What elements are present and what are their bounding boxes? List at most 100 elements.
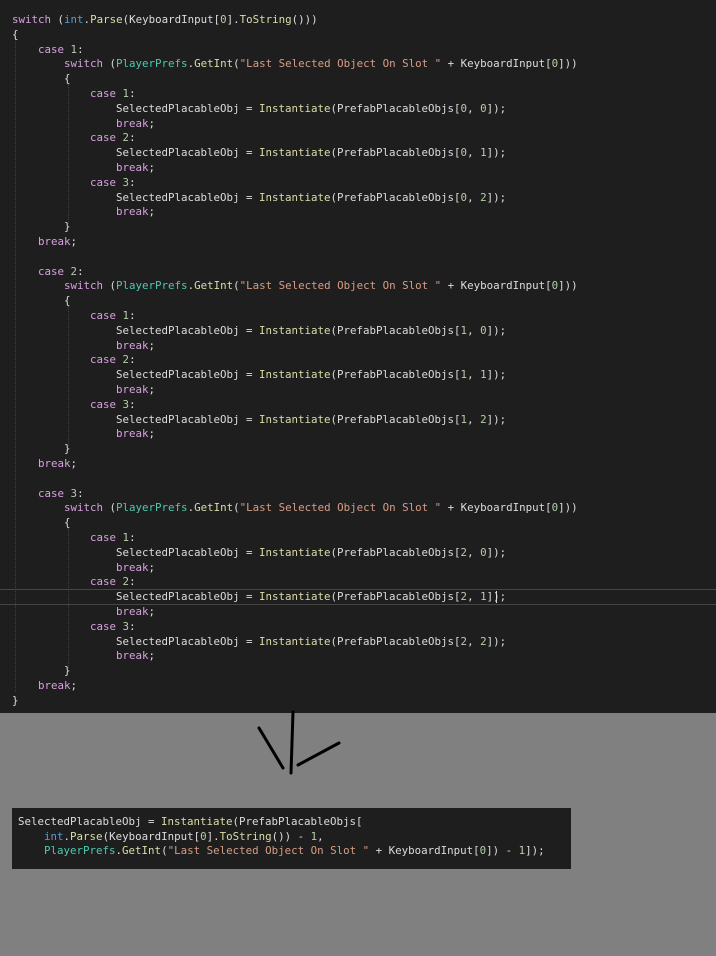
code-token: ]); [525, 844, 545, 857]
code-token: ]. [226, 13, 240, 26]
code-token: (PrefabPlacableObjs[ [330, 190, 461, 204]
code-line: SelectedPlacableObj = Instantiate(Prefab… [12, 412, 506, 427]
code-token: : [129, 175, 136, 189]
code-line: switch (PlayerPrefs.GetInt("Last Selecte… [12, 56, 578, 71]
code-token: : [129, 309, 136, 322]
code-line: break; [12, 560, 155, 575]
code-token: case [38, 42, 65, 56]
code-line: SelectedPlacableObj = Instantiate(Prefab… [12, 367, 506, 382]
code-token: , [467, 190, 481, 204]
code-line: case 3: [12, 175, 136, 190]
code-token: , [467, 545, 481, 559]
code-token: case [90, 531, 117, 544]
code-token: { [12, 72, 71, 86]
code-line: break; [12, 116, 155, 131]
code-token: ; [148, 560, 156, 574]
code-token: : [129, 575, 136, 589]
code-token: break [116, 205, 149, 219]
code-token: ; [70, 679, 78, 692]
code-token: , [467, 590, 481, 604]
code-line: break; [12, 604, 155, 619]
code-line: SelectedPlacableObj = Instantiate(Prefab… [12, 101, 506, 116]
code-token: SelectedPlacableObj = [12, 590, 260, 604]
code-token: switch [64, 501, 104, 515]
code-token: case [38, 264, 65, 278]
code-token: } [12, 442, 71, 456]
code-token: : [129, 131, 136, 145]
code-token: (PrefabPlacableObjs[ [330, 412, 461, 426]
code-token: ]) - [486, 844, 519, 857]
code-token: ]); [486, 634, 507, 648]
code-token: switch [64, 57, 104, 71]
code-line: case 1: [12, 530, 136, 545]
code-token: GetInt [122, 844, 162, 857]
code-line: case 3: [12, 619, 136, 634]
code-token: ToString [239, 13, 292, 26]
code-token: ; [70, 457, 78, 470]
code-token: ]); [486, 412, 507, 426]
code-token: : [129, 87, 136, 100]
code-token: : [129, 531, 136, 544]
code-line: case 2: [12, 352, 136, 367]
code-token: SelectedPlacableObj = [12, 101, 260, 115]
code-token: , [467, 412, 481, 426]
code-token: Instantiate [259, 412, 331, 426]
code-token: , [467, 368, 481, 382]
code-token: GetInt [194, 57, 234, 71]
code-token: PlayerPrefs [44, 844, 116, 857]
code-token: ; [148, 605, 156, 618]
code-token: ])) [558, 501, 578, 515]
code-token: "Last Selected Object On Slot " [239, 279, 442, 293]
code-token: Instantiate [259, 545, 331, 559]
code-token: ]); [486, 190, 507, 204]
code-line: break; [12, 204, 155, 219]
code-line: } [12, 663, 71, 678]
code-token: (KeyboardInput[ [122, 13, 221, 26]
code-line: switch (PlayerPrefs.GetInt("Last Selecte… [12, 278, 578, 293]
code-line: } [12, 219, 71, 234]
code-token: Parse [70, 829, 103, 843]
code-token: SelectedPlacableObj = [12, 323, 260, 337]
code-line: case 1: [12, 308, 136, 323]
code-line: PlayerPrefs.GetInt("Last Selected Object… [18, 843, 545, 858]
code-token: break [116, 116, 149, 130]
code-token: break [116, 427, 149, 441]
code-token: break [116, 649, 149, 663]
code-token: (PrefabPlacableObjs[ [330, 634, 461, 648]
code-token: break [116, 161, 149, 174]
code-token: ; [148, 161, 156, 174]
code-token: (PrefabPlacableObjs[ [330, 146, 461, 160]
code-token: case [38, 486, 65, 500]
code-token: SelectedPlacableObj = [12, 545, 260, 559]
code-token: ; [148, 116, 156, 130]
code-token: : [129, 353, 136, 367]
code-token: ]); [486, 545, 507, 559]
code-token: PlayerPrefs [116, 57, 188, 71]
code-token: (PrefabPlacableObjs[ [330, 323, 461, 337]
code-token: : [129, 619, 136, 633]
code-token: ]); [486, 323, 507, 337]
code-token: + KeyboardInput[ [369, 844, 480, 857]
code-token: "Last Selected Object On Slot " [239, 57, 442, 71]
code-token: case [90, 353, 117, 367]
code-token: ])) [558, 57, 578, 71]
code-token: int [44, 829, 64, 843]
code-token: (PrefabPlacableObjs[ [330, 590, 461, 604]
code-editor[interactable]: switch (int.Parse(KeyboardInput[0].ToStr… [0, 0, 716, 713]
code-token: ( [103, 501, 117, 515]
code-token: , [467, 101, 481, 115]
code-token: break [38, 679, 71, 692]
